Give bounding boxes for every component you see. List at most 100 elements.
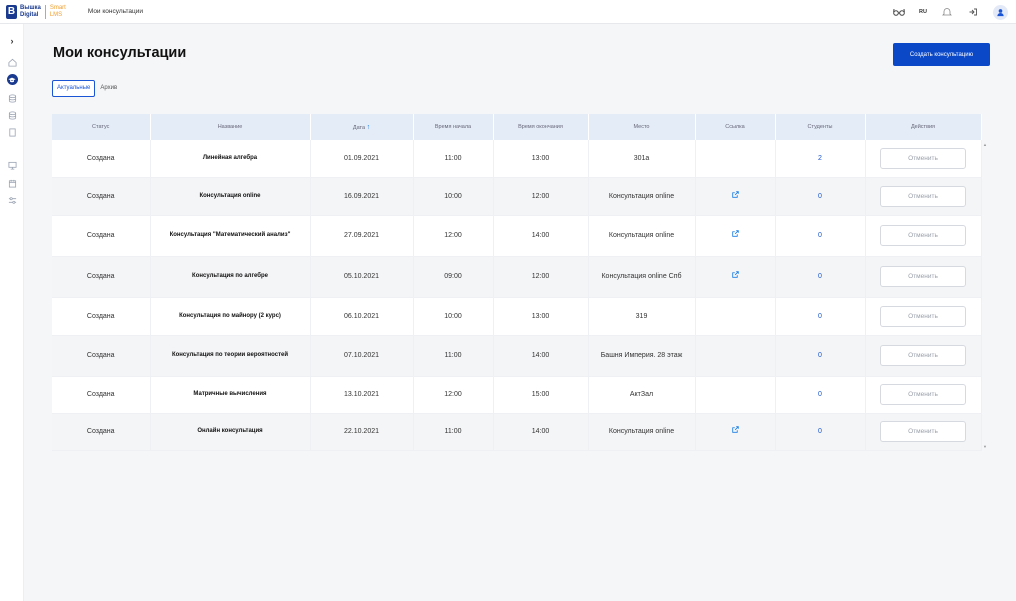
students-count[interactable]: 0 [775,376,866,414]
status-cell: Создана [52,335,151,377]
database-icon[interactable] [6,92,18,104]
database-icon[interactable] [6,109,18,121]
end-time-cell: 15:00 [493,376,589,414]
students-count[interactable]: 0 [775,177,866,216]
actions-cell: Отменить [865,177,982,216]
calendar-icon[interactable] [6,177,18,189]
external-link-icon[interactable] [731,271,739,280]
end-time-cell: 13:00 [493,140,589,178]
column-header-link[interactable]: Ссылка [695,114,776,140]
start-time-cell: 11:00 [413,140,494,178]
book-icon[interactable] [6,126,18,138]
scroll-up-icon[interactable]: ▲ [983,142,987,147]
cancel-consultation-button[interactable]: Отменить [880,345,966,366]
column-header-date[interactable]: Дата ↑ [310,114,414,140]
link-cell [695,177,776,216]
column-header-status[interactable]: Статус [52,114,151,140]
place-cell: АктЗал [588,376,696,414]
cancel-consultation-button[interactable]: Отменить [880,384,966,405]
students-count[interactable]: 0 [775,256,866,298]
external-link-icon[interactable] [731,190,739,200]
status-cell: Создана [52,215,151,257]
sliders-icon[interactable] [6,194,18,206]
external-link-icon[interactable] [731,230,739,239]
column-header-start-time[interactable]: Время начала [413,114,494,140]
home-icon[interactable] [6,56,18,68]
table-row[interactable]: Создана Матричные вычисления 13.10.2021 12:… [52,376,982,414]
table-row[interactable]: Создана Консультация по теории вероятност… [52,335,982,377]
avatar[interactable] [993,4,1008,20]
cancel-consultation-button[interactable]: Отменить [880,147,966,169]
language-switch[interactable]: RU [919,9,927,15]
students-count[interactable]: 2 [775,140,866,178]
start-time-cell: 11:00 [413,413,494,451]
date-cell: 16.09.2021 [310,177,414,216]
monitor-icon[interactable] [6,159,18,171]
cancel-consultation-button[interactable]: Отменить [880,305,966,327]
tab-archive[interactable]: Архив [95,80,122,97]
chevron-right-icon[interactable]: › [6,35,18,47]
name-cell: Линейная алгебра [150,140,311,178]
scroll-down-icon[interactable]: ▼ [983,444,987,449]
students-count[interactable]: 0 [775,335,866,377]
external-link-icon[interactable] [731,426,739,435]
status-cell: Создана [52,177,151,216]
column-header-place[interactable]: Место [588,114,696,140]
page-title: Мои консультации [53,45,187,61]
students-count[interactable]: 0 [775,297,866,336]
table-row[interactable]: Создана Консультация по алгебре 05.10.2021… [52,256,982,298]
table-row[interactable]: Создана Консультация по майнору (2 курс) 0… [52,297,982,336]
table-row[interactable]: Создана Консультация "Математический анал… [52,215,982,257]
actions-cell: Отменить [865,297,982,336]
actions-cell: Отменить [865,140,982,178]
end-time-cell: 14:00 [493,335,589,377]
students-count[interactable]: 0 [775,413,866,451]
glasses-icon[interactable] [893,6,905,18]
cancel-consultation-button[interactable]: Отменить [880,266,966,287]
start-time-cell: 10:00 [413,177,494,216]
logout-icon[interactable] [967,6,979,18]
column-header-end-time[interactable]: Время окончания [493,114,589,140]
cancel-consultation-button[interactable]: Отменить [880,421,966,442]
cancel-consultation-button[interactable]: Отменить [880,185,966,207]
tabs: Актуальные Архив [52,80,122,97]
column-header-actions: Действия [865,114,982,140]
table-row[interactable]: Создана Онлайн консультация 22.10.2021 11:0… [52,413,982,451]
name-cell: Матричные вычисления [150,376,311,414]
link-cell [695,335,776,377]
tab-current[interactable]: Актуальные [52,80,96,97]
place-cell: 319 [588,297,696,336]
table-row[interactable]: Создана Линейная алгебра 01.09.2021 11:00 13… [52,140,982,178]
link-cell [695,256,776,298]
consultations-table: Статус Название Дата ↑ Время начала Врем… [52,114,982,451]
graduation-cap-icon[interactable] [6,74,18,85]
table-header-row: Статус Название Дата ↑ Время начала Врем… [52,114,982,140]
place-cell: Консультация online [588,177,696,216]
status-cell: Создана [52,140,151,178]
start-time-cell: 12:00 [413,215,494,257]
start-time-cell: 09:00 [413,256,494,298]
name-cell: Консультация по теории вероятностей [150,335,311,377]
start-time-cell: 11:00 [413,335,494,377]
header-title: Мои консультации [87,8,144,15]
link-cell [695,413,776,451]
end-time-cell: 14:00 [493,413,589,451]
end-time-cell: 14:00 [493,215,589,257]
table-scrollbar[interactable]: ▲ ▼ [983,140,988,451]
date-cell: 27.09.2021 [310,215,414,257]
logo[interactable]: В Вышка Digital Smart LMS [6,4,66,19]
students-count[interactable]: 0 [775,215,866,257]
table-row[interactable]: Создана Консультация online 16.09.2021 10:0… [52,177,982,216]
sort-arrow-icon[interactable]: ↑ [367,124,371,131]
column-header-name[interactable]: Название [150,114,311,140]
cancel-consultation-button[interactable]: Отменить [880,225,966,246]
column-header-students[interactable]: Студенты [775,114,866,140]
date-cell: 01.09.2021 [310,140,414,178]
start-time-cell: 10:00 [413,297,494,336]
bell-icon[interactable] [941,6,953,18]
hse-logo-icon: В [6,4,17,19]
start-time-cell: 12:00 [413,376,494,414]
create-consultation-button[interactable]: Создать консультацию [893,43,990,66]
place-cell: Консультация online [588,413,696,451]
date-cell: 13.10.2021 [310,376,414,414]
